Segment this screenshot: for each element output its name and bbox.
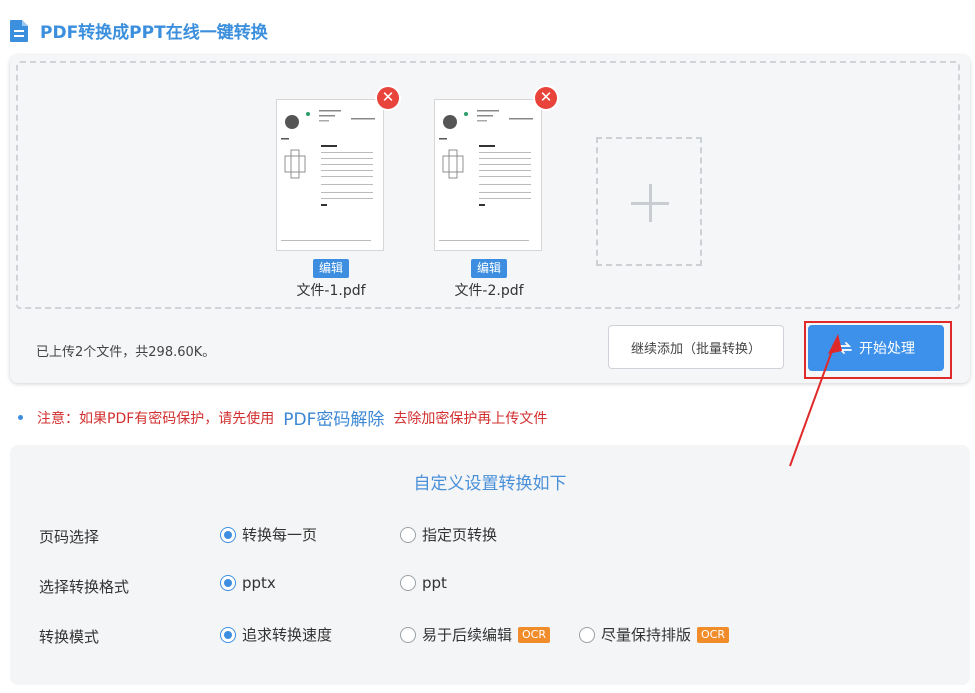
remove-file-button[interactable]: ✕ — [535, 87, 557, 109]
settings-panel: 自定义设置转换如下 页码选择 转换每一页 指定页转换 选择转换格式 pptx p… — [10, 445, 970, 685]
add-file-button[interactable] — [596, 137, 702, 266]
convert-icon — [838, 342, 852, 354]
option-label: 指定页转换 — [422, 526, 498, 544]
page-header: PDF转换成PPT在线一键转换 — [10, 18, 268, 43]
settings-row-format: 选择转换格式 pptx ppt — [10, 574, 970, 598]
pdf-unlock-link[interactable]: PDF密码解除 — [283, 405, 384, 430]
radio-pptx[interactable]: pptx — [220, 574, 276, 592]
pdf-thumbnail[interactable] — [276, 99, 384, 251]
radio-button[interactable] — [579, 626, 595, 643]
pdf-thumbnail[interactable] — [434, 99, 542, 251]
pdf-page-preview — [281, 110, 375, 241]
radio-button[interactable] — [220, 575, 236, 591]
option-label: 易于后续编辑 — [422, 626, 513, 644]
row-label: 转换模式 — [39, 628, 100, 646]
file-name: 文件-1.pdf — [296, 283, 366, 299]
option-label: 转换每一页 — [242, 526, 318, 544]
page-title: PDF转换成PPT在线一键转换 — [40, 23, 268, 43]
file-name: 文件-2.pdf — [454, 283, 524, 299]
remove-file-button[interactable]: ✕ — [377, 87, 399, 109]
upload-panel: ✕ 编辑 文件-1.pdf ✕ 编辑 文件-2.pdf 已上传2个文件，共298… — [10, 55, 970, 383]
radio-button[interactable] — [400, 626, 416, 643]
settings-row-page-selection: 页码选择 转换每一页 指定页转换 — [10, 524, 970, 548]
radio-button[interactable] — [220, 526, 236, 543]
edit-button[interactable]: 编辑 — [313, 259, 349, 278]
radio-button[interactable] — [400, 575, 416, 591]
start-process-label: 开始处理 — [859, 341, 915, 357]
password-notice: 注意：如果PDF有密码保护，请先使用 PDF密码解除 去除加密保护再上传文件 — [18, 405, 547, 430]
notice-prefix: 注意：如果PDF有密码保护，请先使用 — [37, 410, 275, 427]
option-label: 尽量保持排版 — [601, 626, 692, 644]
file-card: ✕ 编辑 文件-1.pdf — [276, 87, 399, 300]
option-label: 追求转换速度 — [242, 626, 333, 644]
ocr-badge: OCR — [518, 626, 550, 643]
option-label: pptx — [242, 574, 276, 592]
bullet-dot — [18, 415, 23, 420]
pdf-page-preview — [439, 110, 533, 241]
settings-row-mode: 转换模式 追求转换速度 易于后续编辑 OCR 尽量保持排版 OCR — [10, 624, 970, 648]
settings-title: 自定义设置转换如下 — [413, 474, 567, 494]
radio-convert-every-page[interactable]: 转换每一页 — [220, 524, 317, 545]
drop-zone[interactable]: ✕ 编辑 文件-1.pdf ✕ 编辑 文件-2.pdf — [16, 61, 960, 309]
edit-button[interactable]: 编辑 — [471, 259, 507, 278]
radio-button[interactable] — [220, 626, 236, 643]
option-label: ppt — [422, 574, 447, 592]
document-icon — [10, 19, 28, 42]
notice-suffix: 去除加密保护再上传文件 — [393, 410, 548, 427]
start-process-button[interactable]: 开始处理 — [808, 325, 944, 371]
row-label: 页码选择 — [39, 528, 100, 546]
radio-editable-mode[interactable]: 易于后续编辑 OCR — [400, 624, 550, 645]
row-label: 选择转换格式 — [39, 578, 130, 596]
file-card: ✕ 编辑 文件-2.pdf — [434, 87, 557, 300]
ocr-badge: OCR — [697, 626, 729, 643]
radio-ppt[interactable]: ppt — [400, 574, 447, 592]
continue-add-button[interactable]: 继续添加（批量转换） — [608, 325, 784, 369]
upload-status: 已上传2个文件，共298.60K。 — [36, 345, 216, 360]
radio-button[interactable] — [400, 526, 416, 543]
radio-speed-mode[interactable]: 追求转换速度 — [220, 624, 332, 645]
radio-layout-mode[interactable]: 尽量保持排版 OCR — [579, 624, 729, 645]
radio-specify-pages[interactable]: 指定页转换 — [400, 524, 497, 545]
